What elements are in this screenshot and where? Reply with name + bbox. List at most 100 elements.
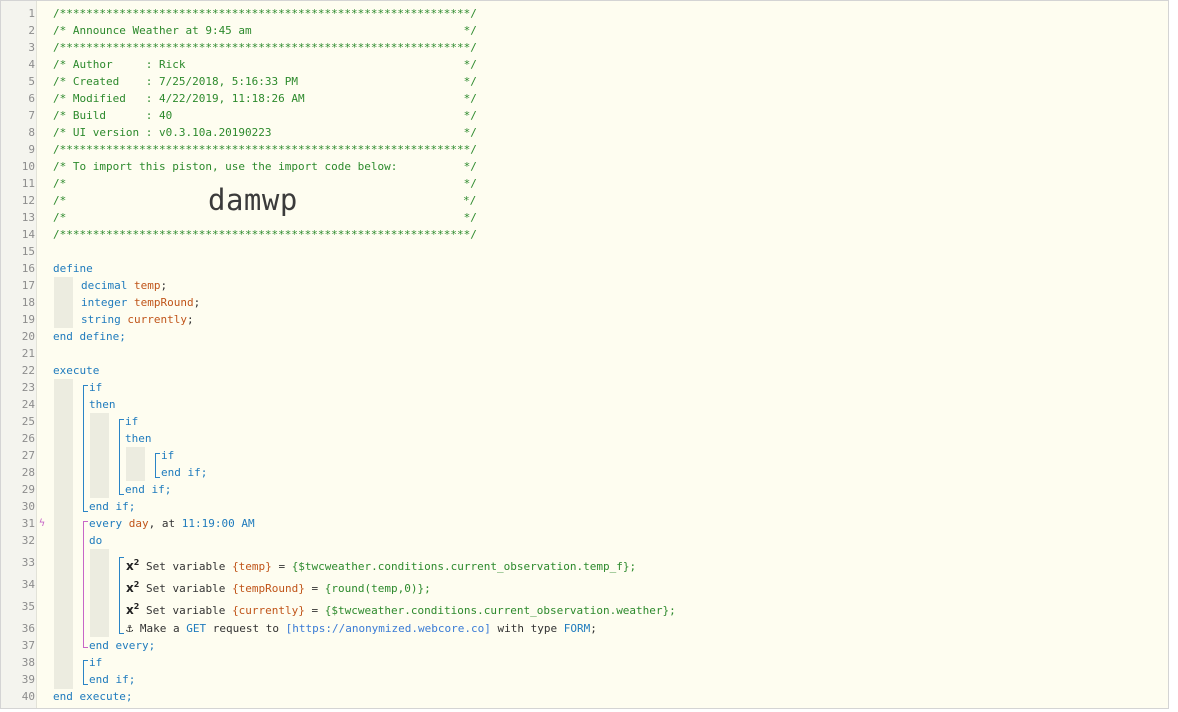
target-variable: {tempRound} (232, 582, 305, 595)
then-keyword[interactable]: then (89, 396, 116, 413)
line-number: 13 (21, 211, 35, 224)
every-day-statement[interactable]: every day, at 11:19:00 AM (89, 515, 255, 532)
define-keyword[interactable]: define (53, 260, 93, 277)
line-number: 1 (28, 7, 35, 20)
bracket-cap (119, 557, 124, 558)
header-border-line: /***************************************… (53, 228, 477, 241)
if-keyword[interactable]: if (89, 379, 102, 396)
line-number: 21 (21, 347, 35, 360)
line-number: 9 (28, 143, 35, 156)
if-keyword[interactable]: if (125, 413, 138, 430)
end-execute-keyword[interactable]: end execute; (53, 688, 132, 705)
if-block-bracket (83, 385, 84, 511)
variable-name: currently (127, 313, 187, 326)
header-blank-comment-line: /* */ (53, 211, 477, 224)
line-number: 11 (21, 177, 35, 190)
end-define-keyword[interactable]: end define; (53, 328, 126, 345)
every-unit: day (128, 517, 149, 530)
assign-operator: = (278, 560, 286, 573)
header-created-line: /* Created : 7/25/2018, 5:16:33 PM */ (53, 75, 477, 88)
line-number: 36 (21, 622, 35, 635)
line-number: 40 (21, 690, 35, 703)
set-variable-icon: x2 (126, 602, 140, 617)
bracket-cap (83, 511, 88, 512)
bracket-cap (119, 494, 124, 495)
bracket-cap (155, 453, 160, 454)
variable-name: tempRound (133, 296, 194, 309)
piston-code-view: 1 2 3 4 5 6 7 8 9 10 11 12 13 14 15 16 17 18 19 20 21 22 23 24 2… (0, 0, 1169, 709)
line-number: 25 (21, 415, 35, 428)
if-block-bracket (119, 419, 120, 494)
line-number: 23 (21, 381, 35, 394)
line-number: 30 (21, 500, 35, 513)
http-make-label: Make a (139, 622, 180, 635)
every-block-bracket (83, 521, 84, 647)
header-import-instructions-line: /* To import this piston, use the import… (53, 160, 477, 173)
end-if-keyword[interactable]: end if; (89, 671, 135, 688)
header-build-line: /* Build : 40 */ (53, 109, 477, 122)
do-keyword[interactable]: do (89, 532, 102, 549)
line-number: 38 (21, 656, 35, 669)
end-if-keyword[interactable]: end if; (89, 498, 135, 515)
bracket-cap (155, 477, 160, 478)
at-label: , at (148, 517, 176, 530)
indent-guide (126, 447, 145, 481)
set-variable-icon: x2 (126, 580, 140, 595)
line-number: 32 (21, 534, 35, 547)
line-number: 24 (21, 398, 35, 411)
bracket-cap (83, 385, 88, 386)
bracket-cap (83, 660, 88, 661)
http-request-action[interactable]: ⚓ Make a GET request to [https://anonymi… (126, 620, 597, 637)
anchor-icon: ⚓ (126, 621, 134, 635)
line-number: 27 (21, 449, 35, 462)
line-number: 34 (21, 578, 35, 591)
line-number: 31 (21, 517, 35, 530)
line-number: 12 (21, 194, 35, 207)
indent-guide (54, 379, 73, 689)
http-request-label: request to (212, 622, 279, 635)
variable-declaration-currently[interactable]: string currently; (81, 311, 194, 328)
set-variable-icon: x2 (126, 558, 140, 573)
variable-declaration-temp[interactable]: decimal temp; (81, 277, 167, 294)
variable-type: decimal (81, 279, 128, 292)
line-number: 28 (21, 466, 35, 479)
header-title-line: /* Announce Weather at 9:45 am */ (53, 24, 477, 37)
set-variable-temp-action[interactable]: x2 Set variable {temp} = {$twcweather.co… (126, 554, 636, 575)
if-keyword[interactable]: if (89, 654, 102, 671)
line-number: 4 (28, 58, 35, 71)
set-variable-tempround-action[interactable]: x2 Set variable {tempRound} = {round(tem… (126, 576, 431, 597)
every-keyword: every (89, 517, 123, 530)
end-if-keyword[interactable]: end if; (125, 481, 171, 498)
http-method: GET (186, 622, 207, 635)
http-url: [https://anonymized.webcore.co] (285, 622, 491, 635)
execute-keyword[interactable]: execute (53, 362, 99, 379)
variable-name: temp (133, 279, 161, 292)
line-number: 10 (21, 160, 35, 173)
bracket-cap (119, 419, 124, 420)
http-content-type: FORM (563, 622, 591, 635)
line-number: 26 (21, 432, 35, 445)
end-if-keyword[interactable]: end if; (161, 464, 207, 481)
trigger-lightning-icon: ϟ (39, 518, 46, 529)
variable-type: integer (81, 296, 128, 309)
set-variable-currently-action[interactable]: x2 Set variable {currently} = {$twcweath… (126, 598, 676, 619)
if-keyword[interactable]: if (161, 447, 174, 464)
header-border-line: /***************************************… (53, 41, 477, 54)
assign-operator: = (311, 582, 319, 595)
expression-value: {$twcweather.conditions.current_observat… (291, 560, 637, 573)
bracket-cap (83, 647, 88, 648)
line-number: 39 (21, 673, 35, 686)
action-block-bracket (119, 557, 120, 633)
if-block-bracket (83, 660, 84, 684)
set-variable-label: Set variable (145, 560, 226, 573)
set-variable-label: Set variable (145, 582, 226, 595)
then-keyword[interactable]: then (125, 430, 152, 447)
semicolon: ; (590, 622, 597, 635)
expression-value: {$twcweather.conditions.current_observat… (324, 604, 676, 617)
header-import-line-open: /* (53, 194, 67, 207)
variable-declaration-tempround[interactable]: integer tempRound; (81, 294, 200, 311)
line-number: 22 (21, 364, 35, 377)
end-every-keyword[interactable]: end every; (89, 637, 155, 654)
header-ui-version-line: /* UI version : v0.3.10a.20190223 */ (53, 126, 477, 139)
header-author-line: /* Author : Rick */ (53, 58, 477, 71)
